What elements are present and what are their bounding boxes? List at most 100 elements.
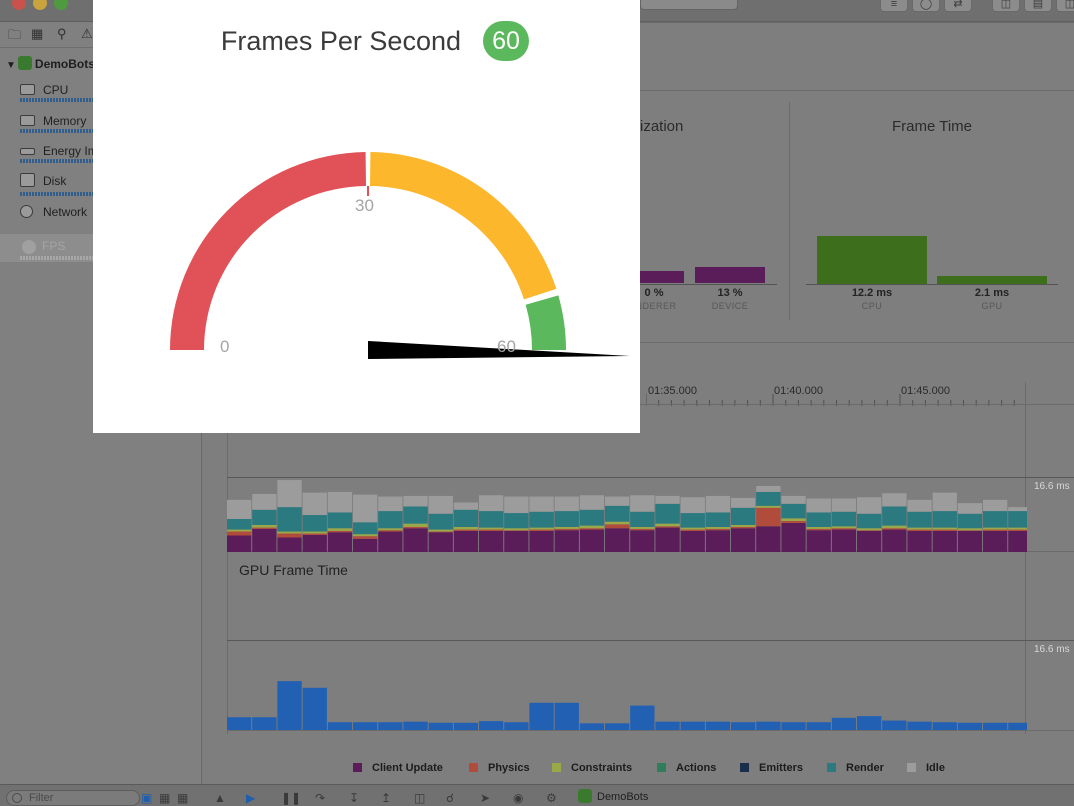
cpu-frame-segment-constraints [605, 521, 630, 525]
legend-swatch [552, 763, 561, 772]
gpu-frame-bar [630, 705, 655, 730]
cpu-frame-segment-idle [479, 495, 504, 512]
step-over-icon[interactable]: ↷ [315, 791, 325, 805]
toggle-debug-area-button[interactable]: ▤ [1024, 0, 1052, 12]
gpu-frame-bar [554, 702, 579, 730]
cpu-frame-time-chart[interactable] [227, 442, 1027, 552]
cpu-frame-segment-idle [907, 499, 932, 512]
memory-graph-icon[interactable]: ☌ [446, 791, 454, 805]
assistant-editor-button[interactable]: ◯ [912, 0, 940, 12]
cpu-frame-segment-idle [554, 496, 579, 512]
version-editor-button[interactable]: ⇄ [944, 0, 972, 12]
step-out-icon[interactable]: ↥ [381, 791, 391, 805]
cpu-frame-segment-physics [353, 536, 378, 539]
cpu-frame-segment-physics [529, 529, 554, 531]
gpu-frame-bar [605, 723, 630, 730]
cpu-frame-segment-idle [630, 495, 655, 512]
gpu-frame-bar [403, 721, 428, 730]
scheme-name: DemoBots [597, 791, 649, 803]
gpu-frame-time-chart[interactable] [227, 641, 1027, 731]
legend-item-physics: Physics [469, 762, 530, 774]
utilization-title: ization [640, 118, 684, 135]
cpu-frame-segment-idle [353, 494, 378, 523]
cpu-frame-segment-render [378, 511, 403, 529]
cpu-frame-segment-physics [857, 530, 882, 531]
cpu-frame-segment-client-update [831, 529, 857, 552]
cpu-frame-segment-constraints [302, 531, 327, 534]
cpu-frame-segment-physics [302, 533, 327, 535]
cpu-frame-segment-client-update [327, 532, 353, 552]
cpu-frame-segment-render [302, 515, 327, 532]
step-into-icon[interactable]: ↧ [349, 791, 359, 805]
zoom-window-button[interactable] [54, 0, 68, 10]
project-row[interactable]: ▼ DemoBots [6, 56, 95, 71]
disclosure-triangle-icon[interactable]: ▼ [6, 60, 16, 71]
app-icon [578, 789, 592, 803]
cpu-frame-segment-physics [479, 529, 504, 531]
legend-item-emitters: Emitters [740, 762, 803, 774]
cpu-frame-segment-constraints [705, 526, 731, 529]
cpu-frame-segment-constraints [554, 526, 579, 529]
toggle-navigator-button[interactable]: ◫ [992, 0, 1020, 12]
location-icon[interactable]: ➤ [480, 791, 490, 805]
warning-icon[interactable]: ⚠ [81, 26, 93, 42]
cpu-frame-segment-constraints [932, 527, 957, 530]
cpu-frame-segment-render [579, 509, 605, 526]
gpu-frame-bar [353, 722, 378, 730]
utilization-axis [639, 284, 777, 285]
renderer-value: 0 % [644, 287, 664, 299]
cpu-frame-segment-physics [453, 529, 479, 531]
view-debugger-icon[interactable]: ◫ [414, 791, 425, 805]
activity-viewer [640, 0, 738, 10]
folder-icon[interactable]: 🗀 [8, 26, 21, 48]
cpu-frame-segment-constraints [983, 527, 1008, 530]
memory-filter-icon[interactable]: ▦ [159, 791, 170, 805]
cpu-frame-segment-idle [579, 495, 605, 510]
cpu-frame-segment-client-update [705, 530, 731, 552]
pause-icon[interactable]: ❚❚ [281, 791, 301, 805]
cpu-frame-segment-idle [957, 503, 983, 514]
cpu-frame-segment-idle [428, 495, 453, 514]
hide-debug-area-icon[interactable]: ▲ [214, 791, 226, 805]
minimize-window-button[interactable] [33, 0, 47, 10]
gpu-frame-bar [1008, 722, 1027, 730]
globe-icon [20, 205, 33, 218]
hierarchy-icon[interactable]: ▦ [31, 26, 43, 42]
gauges-filter-icon[interactable]: ▦ [177, 791, 188, 805]
gear-icon[interactable]: ⚙ [546, 791, 557, 805]
cpu-frame-segment-render [983, 511, 1008, 528]
process-filter-icon[interactable]: ▣ [141, 791, 152, 805]
cpu-frame-segment-idle [756, 486, 781, 492]
gpu-threshold-label: 16.6 ms [1034, 644, 1070, 655]
device-utilization-bar [695, 267, 765, 283]
cpu-frame-segment-render [529, 511, 554, 528]
close-window-button[interactable] [12, 0, 26, 10]
fps-gauge [170, 152, 630, 359]
cpu-frame-segment-client-update [378, 531, 403, 552]
gauge-low-zone [170, 152, 366, 350]
cpu-frame-segment-constraints [857, 528, 882, 531]
standard-editor-button[interactable]: ≡ [880, 0, 908, 12]
gauge-sparkline [20, 256, 94, 260]
cpu-frame-segment-render [731, 507, 756, 525]
legend-label: Client Update [372, 762, 443, 774]
search-icon[interactable]: ⚲ [57, 26, 67, 42]
cpu-frame-segment-idle [932, 492, 957, 512]
cpu-frame-segment-constraints [277, 531, 302, 534]
camera-icon[interactable]: ◉ [513, 791, 523, 805]
gauge-sparkline [20, 192, 94, 196]
navigator-filter-field[interactable]: Filter [6, 790, 140, 806]
cpu-frame-segment-idle [831, 498, 857, 512]
cpu-frame-segment-render [831, 511, 857, 527]
breakpoints-toggle-icon[interactable]: ▶ [246, 791, 255, 805]
scheme-target[interactable]: DemoBots [578, 789, 648, 803]
cpu-frame-segment-render [227, 519, 252, 530]
gpu-frame-time-value: 2.1 ms [974, 287, 1010, 299]
cpu-frame-segment-client-update [453, 530, 479, 552]
toggle-utilities-button[interactable]: ◫ [1056, 0, 1074, 12]
cpu-frame-time-value: 12.2 ms [851, 287, 893, 299]
fps-icon [22, 240, 36, 254]
legend-label: Constraints [571, 762, 633, 774]
gpu-frame-bar [302, 687, 327, 730]
cpu-frame-segment-idle [882, 493, 907, 507]
